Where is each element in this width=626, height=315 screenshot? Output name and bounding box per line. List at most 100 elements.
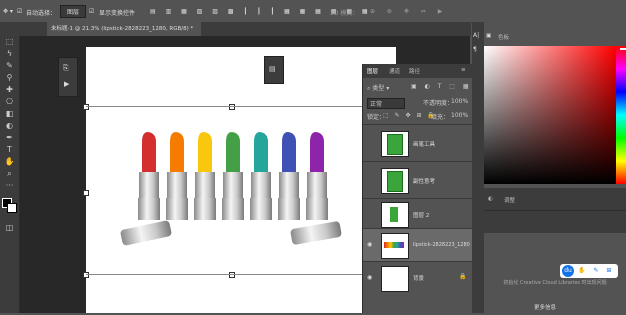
layer-name[interactable]: 背景	[413, 274, 424, 282]
color-tab[interactable]: ▣	[486, 33, 491, 39]
hue-slider-handle[interactable]	[620, 48, 626, 50]
lipstick-tube-lower	[166, 198, 188, 220]
libraries-message: 初始化 Creative Cloud Libraries 时出现问题	[503, 280, 607, 286]
lipstick-tube-lower	[250, 198, 272, 220]
tab-layers[interactable]: 图层	[367, 67, 378, 75]
adjustments-icon[interactable]: ◐	[488, 196, 493, 202]
show-transform-label: 显示变换控件	[99, 10, 136, 17]
layers-panel: 图层 通道 路径 ≡ ⌕ 类型 ▾ ▣ ◐ T ⬚ ▦ 正常 不透明度： 100…	[362, 64, 472, 313]
lipstick-cap-left	[120, 220, 172, 246]
pen-tool-icon[interactable]: ✒	[3, 132, 16, 143]
layer-row[interactable]: ◉ 背景 🔒	[363, 261, 472, 294]
show-transform-checkbox[interactable]: ☑	[89, 8, 94, 15]
lipstick	[166, 132, 188, 220]
stamp-tool-icon[interactable]: ⎔	[3, 96, 16, 107]
lasso-tool-icon[interactable]: ϟ	[3, 48, 16, 59]
fill-label: 填充：	[431, 114, 450, 121]
lipstick-bullet	[198, 132, 212, 172]
layers-tab-bar: 图层 通道 路径 ≡	[363, 64, 472, 78]
eyedropper-tool-icon[interactable]: ⚲	[3, 72, 16, 83]
hand-tool-icon[interactable]: ✋	[3, 156, 16, 167]
layer-name[interactable]: lipstick-2828223_1280	[413, 242, 470, 248]
document-canvas[interactable]	[83, 47, 396, 313]
lipstick-bullet	[226, 132, 240, 172]
auto-select-dropdown[interactable]: 图层	[60, 5, 87, 18]
tab-paths[interactable]: 路径	[409, 67, 420, 75]
layer-thumbnail	[381, 168, 409, 194]
transform-handle[interactable]	[229, 272, 235, 278]
document-tab[interactable]: 未标题-1 @ 21.3% (lipstick-2828223_1280, RG…	[47, 22, 201, 36]
tab-channels[interactable]: 通道	[389, 67, 400, 75]
lipstick-thumb-icon	[390, 207, 398, 222]
layer-name[interactable]: 画笔工具	[413, 140, 435, 148]
layer-name[interactable]: 图层 2	[413, 211, 429, 219]
zoom-tool-icon[interactable]: ⌕	[3, 168, 16, 179]
layer-thumbnail	[381, 233, 409, 259]
document-tab-bar: 未标题-1 @ 21.3% (lipstick-2828223_1280, RG…	[19, 22, 471, 36]
lipstick	[222, 132, 244, 220]
play-icon[interactable]: ▶	[64, 80, 69, 88]
auto-select-checkbox[interactable]: ☑	[17, 8, 22, 15]
transform-handle[interactable]	[83, 272, 89, 278]
adjustments-tab[interactable]: 调整	[504, 196, 515, 204]
3d-tool-icons[interactable]: ⊕ ⊗ ✥ ⇔ ▶	[370, 8, 447, 15]
color-picker-field[interactable]	[484, 46, 616, 184]
character-panel-icon[interactable]: A|	[473, 32, 479, 39]
panel-menu-icon[interactable]: ≡	[461, 67, 466, 73]
mode-3d-label: 3D 模式：	[330, 10, 359, 17]
lipstick	[278, 132, 300, 220]
hue-slider[interactable]	[616, 46, 626, 184]
eye-icon[interactable]: ◉	[367, 274, 372, 281]
transform-handle[interactable]	[83, 104, 89, 110]
more-tools-icon[interactable]: ···	[3, 180, 16, 191]
baidu-du-icon[interactable]: du	[562, 265, 574, 277]
lipstick-bullet	[254, 132, 268, 172]
fill-input[interactable]: 100%	[451, 112, 468, 119]
lipstick-bullet	[282, 132, 296, 172]
history-icon[interactable]: ⎘	[63, 64, 69, 73]
marquee-tool-icon[interactable]: ⬚	[3, 36, 16, 47]
layer-name[interactable]: 副性意考	[413, 177, 435, 185]
lipstick-tube-lower	[306, 198, 328, 220]
background-color-swatch[interactable]	[7, 203, 17, 213]
lipstick-tube-lower	[138, 198, 160, 220]
type-tool-icon[interactable]: T	[3, 144, 16, 155]
baidu-tool-icons[interactable]: ✋ ✎ ⊞	[578, 267, 614, 274]
brush-tool-icon[interactable]: ✎	[3, 60, 16, 71]
layer-row[interactable]: 画笔工具	[363, 124, 472, 162]
opacity-label: 不透明度：	[423, 100, 454, 107]
baidu-toolbar[interactable]: du ✋ ✎ ⊞	[560, 264, 618, 278]
layer-row[interactable]: 副性意考	[363, 161, 472, 199]
transform-handle[interactable]	[229, 104, 235, 110]
more-info-link[interactable]: 更多信息	[534, 303, 556, 311]
properties-icon[interactable]: ▤	[269, 65, 276, 73]
floating-panel: ▤	[264, 56, 284, 84]
move-tool-icon[interactable]: ✥ ▾	[3, 8, 13, 15]
floating-panel: ⎘ ▶	[58, 57, 78, 97]
blend-mode-select[interactable]: 正常	[367, 98, 405, 109]
transform-handle[interactable]	[83, 190, 89, 196]
layer-thumbnail	[381, 266, 409, 292]
adjustments-tabbar: ◐ 调整	[484, 188, 626, 210]
eye-icon[interactable]: ◉	[367, 241, 372, 248]
eraser-tool-icon[interactable]: ◧	[3, 108, 16, 119]
lock-icons[interactable]: ⬚ ✎ ✥ ⊞ 🔒	[383, 112, 437, 119]
lipstick-bullet	[142, 132, 156, 172]
libraries-bar	[484, 210, 626, 233]
layer-row-selected[interactable]: ◉ lipstick-2828223_1280	[363, 228, 472, 262]
lipstick-tube-upper	[195, 172, 215, 198]
lipstick-thumb-icon	[387, 134, 403, 155]
lipstick-thumb-icon	[384, 242, 404, 248]
healing-tool-icon[interactable]: ✚	[3, 84, 16, 95]
paragraph-panel-icon[interactable]: ¶	[473, 46, 477, 53]
lipstick	[306, 132, 328, 220]
filter-kind-select[interactable]: ⌕ 类型 ▾	[367, 83, 389, 93]
layer-row[interactable]: 图层 2	[363, 198, 472, 229]
transform-bounding-line	[86, 106, 362, 107]
quick-mask-icon[interactable]: ◫	[3, 222, 16, 233]
filter-icons[interactable]: ▣ ◐ T ⬚ ▦	[411, 83, 472, 90]
swatches-tab[interactable]: 色板	[498, 33, 509, 41]
gradient-tool-icon[interactable]: ◐	[3, 120, 16, 131]
opacity-input[interactable]: 100%	[451, 98, 468, 105]
lipstick-tube-upper	[251, 172, 271, 198]
